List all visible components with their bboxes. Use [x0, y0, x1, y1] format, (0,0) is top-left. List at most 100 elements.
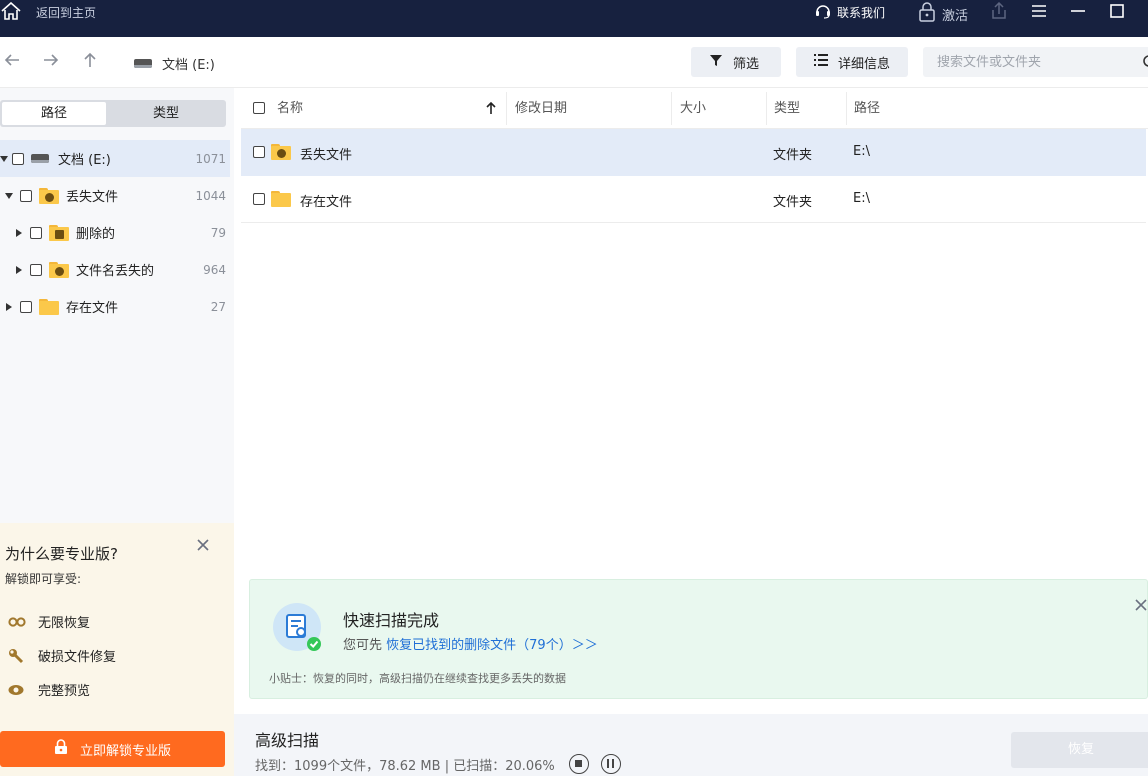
column-header-name[interactable]: 名称	[277, 88, 303, 129]
column-header-size[interactable]: 大小	[680, 88, 706, 129]
advanced-scan-title: 高级扫描	[255, 731, 320, 750]
row-checkbox[interactable]	[253, 146, 265, 158]
tree-item-count: 27	[210, 299, 226, 314]
collapse-arrow-icon[interactable]	[16, 228, 22, 237]
promo-feature: 完整预览	[8, 680, 90, 699]
deleted-folder-icon	[49, 224, 69, 241]
promo-feature: 破损文件修复	[8, 646, 116, 665]
minimize-icon[interactable]	[1069, 3, 1087, 23]
title-bar: 返回到主页 联系我们 激活	[0, 0, 1148, 37]
promo-feature-label: 破损文件修复	[38, 650, 117, 665]
promo-subtitle: 解锁即可享受:	[5, 572, 82, 586]
up-arrow-icon[interactable]	[80, 51, 100, 71]
close-icon[interactable]	[195, 537, 211, 553]
share-icon[interactable]	[990, 1, 1008, 24]
home-icon[interactable]	[0, 1, 24, 22]
tree-item-drive[interactable]: 文档 (E:) 1071	[0, 140, 230, 177]
tree-checkbox[interactable]	[20, 300, 32, 313]
lock-icon	[54, 739, 68, 759]
tree-item-existing-files[interactable]: 存在文件 27	[0, 288, 230, 325]
maximize-icon[interactable]	[1108, 3, 1126, 23]
column-divider[interactable]	[506, 92, 507, 125]
tree-item-count: 964	[203, 262, 226, 277]
scan-stats: 找到：1099个文件，78.62 MB | 已扫描：20.06%	[255, 754, 621, 774]
column-divider[interactable]	[671, 92, 672, 125]
scan-complete-title: 快速扫描完成	[343, 611, 440, 630]
collapse-arrow-icon[interactable]	[6, 302, 12, 311]
details-label: 详细信息	[838, 56, 891, 72]
details-button[interactable]: 详细信息	[796, 47, 908, 77]
tree-checkbox[interactable]	[30, 263, 42, 276]
lock-icon	[918, 2, 936, 26]
drive-icon	[31, 154, 49, 163]
table-row[interactable]: 丢失文件 文件夹 E:\	[241, 129, 1146, 176]
folder-icon	[271, 191, 291, 207]
promo-feature-label: 无限恢复	[38, 616, 91, 631]
promo-feature-label: 完整预览	[38, 684, 91, 699]
unlock-pro-label: 立即解锁专业版	[79, 743, 171, 759]
table-row[interactable]: 存在文件 文件夹 E:\	[241, 176, 1146, 223]
expand-arrow-icon[interactable]	[0, 155, 8, 162]
pause-icon[interactable]	[600, 754, 621, 774]
row-path: E:\	[853, 191, 870, 206]
tree-item-deleted[interactable]: 删除的 79	[0, 214, 230, 251]
tree-checkbox[interactable]	[30, 226, 42, 239]
column-divider[interactable]	[846, 92, 847, 125]
tree-item-count: 1044	[195, 188, 226, 203]
lost-folder-icon	[39, 187, 59, 204]
tree-item-label: 存在文件	[66, 301, 119, 316]
promo-feature: 无限恢复	[8, 612, 90, 631]
promo-title: 为什么要专业版?	[5, 545, 118, 563]
recover-deleted-link[interactable]: 恢复已找到的删除文件（79个）＞＞	[386, 638, 598, 653]
eye-icon	[8, 682, 24, 698]
tab-type[interactable]: 类型	[108, 102, 224, 125]
back-to-home-link[interactable]: 返回到主页	[36, 4, 96, 21]
search-input[interactable]	[923, 47, 1123, 77]
tree-checkbox[interactable]	[20, 189, 32, 202]
lost-folder-icon	[271, 144, 291, 160]
tree-item-label: 文档 (E:)	[58, 153, 111, 168]
row-name: 丢失文件	[300, 148, 353, 163]
search-box	[923, 47, 1148, 77]
collapse-arrow-icon[interactable]	[16, 265, 22, 274]
tree-item-count: 1071	[195, 151, 226, 166]
tree-item-lost-files[interactable]: 丢失文件 1044	[0, 177, 230, 214]
row-name: 存在文件	[300, 195, 353, 210]
filter-button[interactable]: 筛选	[691, 47, 781, 77]
close-icon[interactable]	[1134, 598, 1148, 614]
row-type: 文件夹	[773, 148, 813, 163]
unknown-folder-icon	[49, 261, 69, 278]
file-list-header: 名称 修改日期 大小 类型 路径	[241, 88, 1148, 129]
folder-icon	[39, 298, 59, 315]
sort-ascending-icon[interactable]	[485, 101, 497, 119]
tab-path[interactable]: 路径	[2, 102, 106, 125]
breadcrumb-drive-label: 文档 (E:)	[162, 58, 215, 73]
tree-item-label: 丢失文件	[66, 190, 119, 205]
unlock-pro-button[interactable]: 立即解锁专业版	[0, 731, 225, 767]
back-arrow-icon[interactable]	[2, 51, 22, 71]
filter-label: 筛选	[733, 56, 760, 72]
forward-arrow-icon[interactable]	[41, 51, 61, 71]
breadcrumb[interactable]: 文档 (E:)	[134, 54, 215, 73]
expand-arrow-icon[interactable]	[5, 192, 13, 199]
row-path: E:\	[853, 144, 870, 159]
recover-button[interactable]: 恢复	[1011, 732, 1148, 768]
menu-icon[interactable]	[1030, 3, 1048, 23]
list-icon	[814, 53, 828, 71]
contact-us-button[interactable]: 联系我们	[814, 3, 885, 22]
search-icon[interactable]	[1142, 54, 1148, 74]
row-checkbox[interactable]	[253, 193, 265, 205]
stop-icon[interactable]	[568, 754, 589, 774]
toolbar: 文档 (E:) 筛选 详细信息	[0, 37, 1148, 88]
headset-icon	[814, 3, 832, 22]
tree-checkbox[interactable]	[12, 152, 24, 165]
scan-tip: 小贴士：恢复的同时，高级扫描仍在继续查找更多丢失的数据	[269, 672, 566, 685]
column-divider[interactable]	[766, 92, 767, 125]
column-header-date[interactable]: 修改日期	[515, 88, 567, 129]
column-header-path[interactable]: 路径	[854, 88, 880, 129]
column-header-type[interactable]: 类型	[774, 88, 800, 129]
infinity-icon	[8, 614, 26, 630]
activate-button[interactable]: 激活	[918, 2, 968, 26]
select-all-checkbox[interactable]	[253, 102, 265, 114]
tree-item-name-lost[interactable]: 文件名丢失的 964	[0, 251, 230, 288]
